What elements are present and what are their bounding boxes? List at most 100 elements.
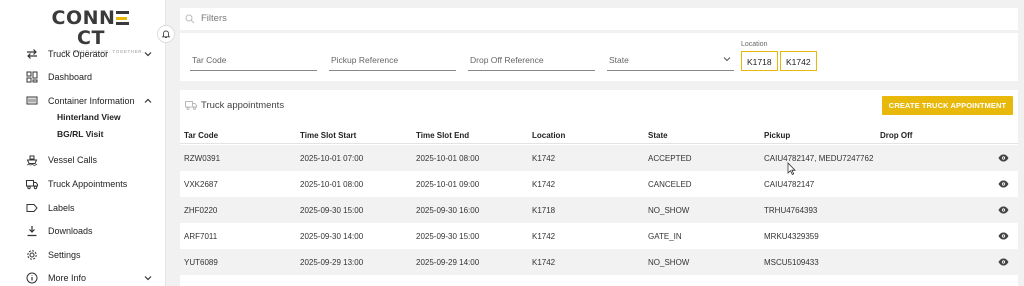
table-cell: ARF7011 (184, 232, 218, 241)
table-cell: CANCELED (648, 180, 692, 189)
panel-title: Truck appointments (201, 100, 285, 111)
sidebar-item-label: Downloads (48, 226, 93, 236)
filters-panel: Tar Code Pickup Reference Drop Off Refer… (180, 33, 1018, 81)
sidebar-subitem-hinterland-view[interactable]: Hinterland View (57, 112, 121, 122)
sidebar-item-label: Truck Operator (48, 49, 109, 59)
table-cell: 2025-10-01 08:00 (300, 180, 364, 189)
sidebar-item-downloads[interactable]: Downloads (0, 221, 166, 241)
table-cell: VXK2687 (184, 180, 218, 189)
tar-code-input[interactable]: Tar Code (190, 47, 317, 71)
ship-icon (26, 155, 38, 166)
column-header-time-slot-start[interactable]: Time Slot Start (300, 131, 356, 140)
filters-toggle[interactable]: Filters (180, 8, 1018, 30)
sidebar-item-label: Settings (48, 250, 81, 260)
info-icon (26, 272, 38, 284)
table-cell: YUT6089 (184, 258, 218, 267)
pickup-reference-placeholder: Pickup Reference (331, 55, 399, 65)
search-icon (185, 14, 195, 24)
table-cell: K1742 (532, 154, 556, 163)
table-row[interactable]: ZHF0220 2025-09-30 15:00 2025-09-30 16:00 K… (180, 197, 1018, 223)
mouse-cursor-icon (787, 162, 796, 175)
column-header-time-slot-end[interactable]: Time Slot End (416, 131, 469, 140)
table-cell: RZW0391 (184, 154, 221, 163)
bell-icon (161, 30, 171, 39)
table-cell: NO_SHOW (648, 206, 690, 215)
label-icon (26, 204, 38, 212)
state-placeholder: State (609, 55, 629, 65)
notifications-button[interactable] (157, 25, 175, 43)
table-cell: TRHU4764393 (764, 206, 818, 215)
state-select[interactable]: State (607, 47, 734, 71)
location-chip-k1718[interactable]: K1718 (741, 51, 778, 71)
view-eye-icon[interactable] (998, 206, 1009, 214)
sidebar-item-labels[interactable]: Labels (0, 198, 166, 218)
table-cell: 2025-09-30 16:00 (416, 206, 480, 215)
download-icon (27, 226, 37, 237)
dropoff-reference-placeholder: Drop Off Reference (470, 55, 544, 65)
table-cell: MRKU4329359 (764, 232, 819, 241)
sidebar-item-label: Container Information (48, 96, 135, 106)
sidebar-item-label: Dashboard (48, 72, 93, 82)
column-header-state[interactable]: State (648, 131, 668, 140)
swap-arrows-icon (27, 49, 37, 59)
column-header-drop-off[interactable]: Drop Off (880, 131, 912, 140)
sidebar-subitem-bg-rl-visit[interactable]: BG/RL Visit (57, 129, 103, 139)
main-content: Filters Tar Code Pickup Reference Drop O… (166, 0, 1024, 286)
sidebar-item-dashboard[interactable]: Dashboard (0, 67, 166, 87)
chevron-down-icon (723, 57, 731, 62)
table-cell: 2025-09-29 13:00 (300, 258, 364, 267)
table-cell: GATE_IN (648, 232, 682, 241)
view-eye-icon[interactable] (998, 180, 1009, 188)
view-eye-icon[interactable] (998, 232, 1009, 240)
sidebar-item-container-information[interactable]: Container Information (0, 91, 166, 111)
table-cell: ACCEPTED (648, 154, 692, 163)
tar-code-placeholder: Tar Code (192, 55, 227, 65)
table-cell: K1742 (532, 180, 556, 189)
create-truck-appointment-button[interactable]: CREATE TRUCK APPOINTMENT (882, 96, 1013, 115)
sidebar-item-more-info[interactable]: More Info (0, 268, 166, 286)
pickup-reference-input[interactable]: Pickup Reference (329, 47, 456, 71)
column-header-pickup[interactable]: Pickup (764, 131, 790, 140)
table-cell: 2025-09-30 15:00 (416, 232, 480, 241)
table-cell: K1742 (532, 232, 556, 241)
sidebar-item-truck-operator[interactable]: Truck Operator (0, 44, 166, 64)
sidebar-item-truck-appointments[interactable]: Truck Appointments (0, 174, 166, 194)
truck-icon (185, 101, 197, 110)
sidebar-item-label: Truck Appointments (48, 179, 128, 189)
logo-wordmark: CONN CT (38, 8, 144, 48)
table-cell: 2025-09-29 14:00 (416, 258, 480, 267)
table-header: Tar Code Time Slot Start Time Slot End L… (180, 127, 1018, 144)
dropoff-reference-input[interactable]: Drop Off Reference (468, 47, 595, 71)
sidebar-item-label: Labels (48, 203, 75, 213)
table-cell: MSCU5109433 (764, 258, 819, 267)
dashboard-grid-icon (26, 71, 38, 83)
view-eye-icon[interactable] (998, 258, 1009, 266)
filters-title: Filters (201, 13, 227, 24)
container-icon (26, 96, 38, 105)
table-row[interactable]: VXK2687 2025-10-01 08:00 2025-10-01 09:00 K… (180, 171, 1018, 197)
gear-icon (27, 250, 37, 260)
logo-e-mark (116, 11, 130, 25)
location-label: Location (741, 41, 768, 48)
column-header-tar-code[interactable]: Tar Code (184, 131, 218, 140)
chevron-up-icon (144, 98, 152, 103)
sidebar-item-vessel-calls[interactable]: Vessel Calls (0, 150, 166, 170)
sidebar-item-settings[interactable]: Settings (0, 245, 166, 265)
table-cell: 2025-10-01 08:00 (416, 154, 480, 163)
table-cell: 2025-09-30 15:00 (300, 206, 364, 215)
sidebar: CONN CT WE BUILD VALUE. TOGETHER. Truck O… (0, 0, 166, 286)
table-row[interactable]: ARF7011 2025-09-30 14:00 2025-09-30 15:00 K… (180, 223, 1018, 249)
chevron-down-icon (144, 52, 152, 57)
truck-appointments-panel: Truck appointments CREATE TRUCK APPOINTM… (180, 90, 1018, 286)
table-cell: 2025-10-01 07:00 (300, 154, 364, 163)
column-header-location[interactable]: Location (532, 131, 565, 140)
truck-icon (26, 180, 38, 190)
sidebar-item-label: More Info (48, 273, 87, 283)
table-row[interactable]: YUT6089 2025-09-29 13:00 2025-09-29 14:00 K… (180, 249, 1018, 275)
table-cell: CAIU4782147, MEDU7247762 (764, 154, 874, 163)
table-cell: ZHF0220 (184, 206, 218, 215)
view-eye-icon[interactable] (998, 154, 1009, 162)
chevron-down-icon (144, 276, 152, 281)
location-chip-k1742[interactable]: K1742 (780, 51, 817, 71)
table-row[interactable]: RZW0391 2025-10-01 07:00 2025-10-01 08:00 K… (180, 145, 1018, 171)
